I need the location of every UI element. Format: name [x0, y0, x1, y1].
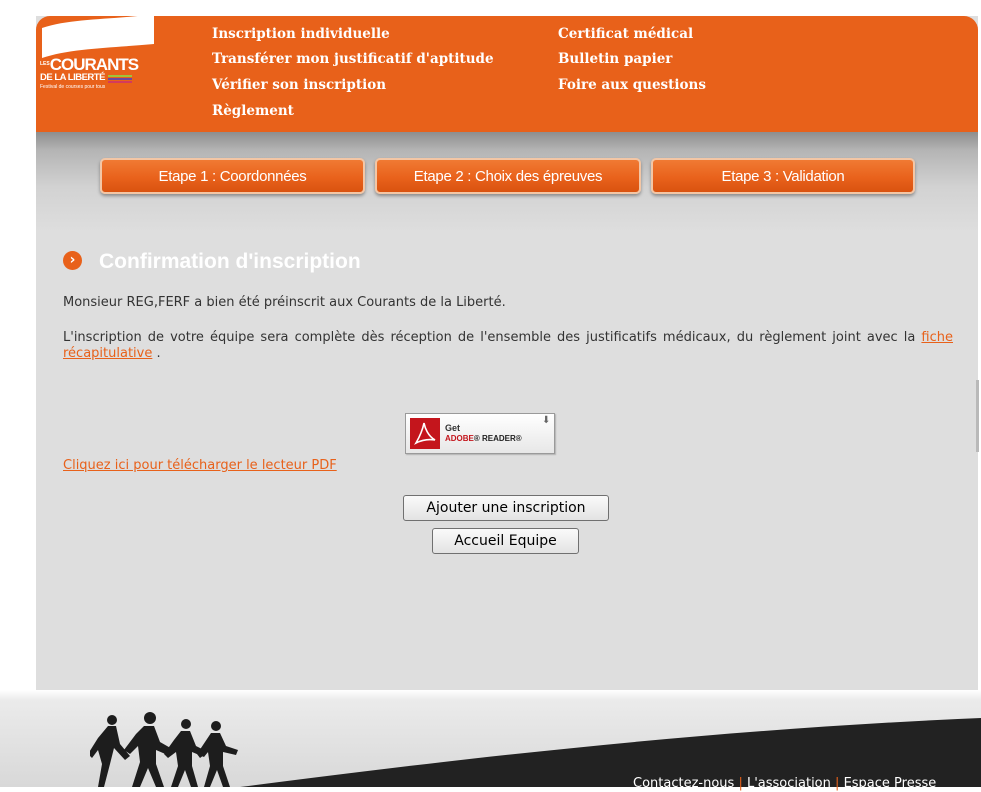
footer-link-contact[interactable]: Contactez-nous [633, 776, 734, 791]
footer-links: Contactez-nous | L'association | Espace … [633, 776, 936, 792]
runners-silhouette-icon [90, 712, 238, 787]
footer-separator: | [738, 776, 743, 791]
footer-link-association[interactable]: L'association [747, 776, 831, 791]
footer-wave-graphic [240, 718, 981, 787]
footer-link-presse[interactable]: Espace Presse [844, 776, 937, 791]
footer-separator: | [835, 776, 840, 791]
